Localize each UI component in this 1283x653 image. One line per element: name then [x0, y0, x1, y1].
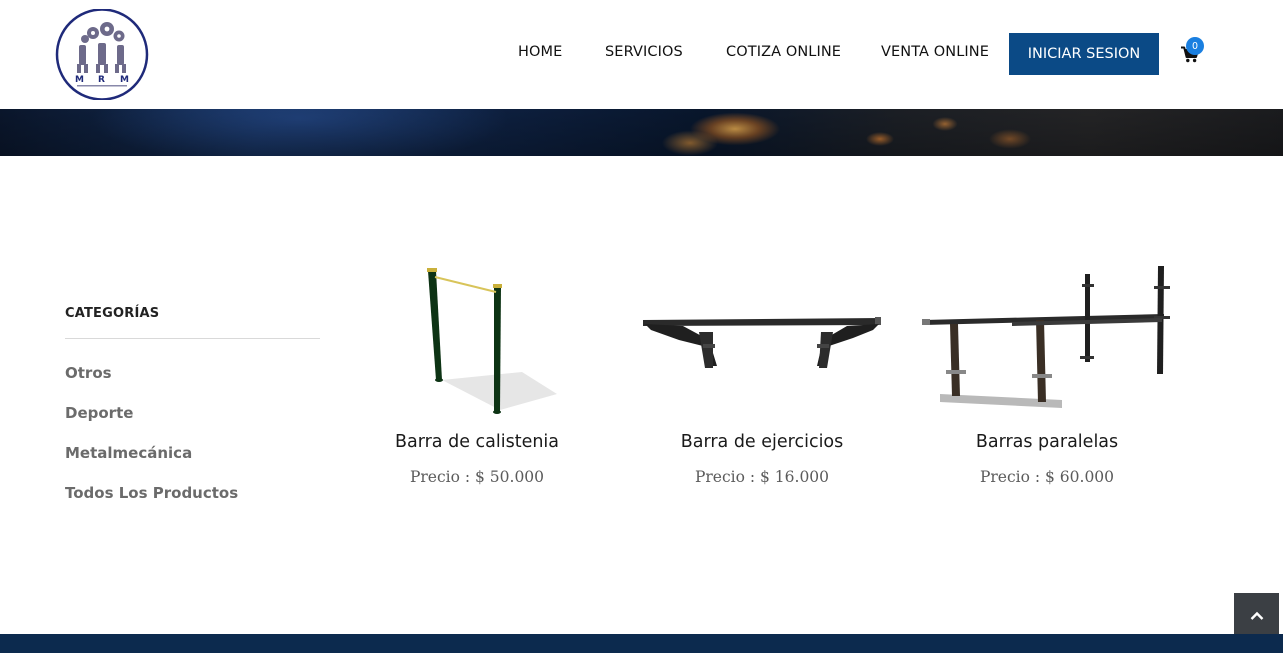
product-price: Precio : $ 60.000 — [979, 468, 1115, 486]
hero-banner — [0, 109, 1283, 156]
cart-count-badge: 0 — [1186, 37, 1204, 55]
category-deporte[interactable]: Deporte — [65, 404, 133, 422]
site-footer — [0, 634, 1283, 653]
chevron-up-icon — [1250, 611, 1263, 620]
site-header: M R M HOME SERVICIOS COTIZA ONLINE VENTA… — [0, 0, 1283, 109]
product-name[interactable]: Barras paralelas — [912, 432, 1182, 452]
nav-venta-online[interactable]: VENTA ONLINE — [881, 44, 989, 60]
product-card[interactable]: Barra de calistenia Precio : $ 50.000 — [342, 262, 612, 492]
product-price: Precio : $ 50.000 — [409, 468, 545, 486]
divider — [65, 338, 320, 339]
product-card[interactable]: Barras paralelas Precio : $ 60.000 — [912, 262, 1182, 492]
nav-cotiza-online[interactable]: COTIZA ONLINE — [726, 44, 841, 60]
login-button[interactable]: INICIAR SESION — [1009, 33, 1159, 75]
product-name[interactable]: Barra de calistenia — [342, 432, 612, 452]
nav-servicios[interactable]: SERVICIOS — [605, 44, 683, 60]
category-todos-los-productos[interactable]: Todos Los Productos — [65, 484, 238, 502]
product-image[interactable] — [342, 262, 612, 422]
product-name[interactable]: Barra de ejercicios — [627, 432, 897, 452]
product-price: Precio : $ 16.000 — [694, 468, 830, 486]
category-title: CATEGORÍAS — [65, 306, 160, 321]
product-card[interactable]: Barra de ejercicios Precio : $ 16.000 — [627, 262, 897, 492]
category-otros[interactable]: Otros — [65, 364, 112, 382]
back-to-top-button[interactable] — [1234, 593, 1279, 638]
nav-home[interactable]: HOME — [518, 44, 562, 60]
product-image[interactable] — [627, 262, 897, 422]
product-image[interactable] — [912, 262, 1182, 422]
category-metalmecanica[interactable]: Metalmecánica — [65, 444, 192, 462]
